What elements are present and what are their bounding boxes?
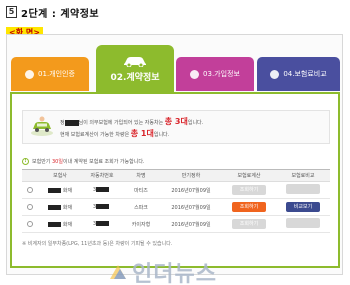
calc-button[interactable]: 조회하기 — [232, 185, 266, 195]
tab-dot-icon — [190, 69, 200, 79]
notice-highlight: 30일 — [52, 159, 63, 165]
col-expiry: 만기정하 — [160, 169, 222, 182]
radio-icon[interactable] — [27, 186, 33, 193]
watermark-logo-icon — [110, 265, 126, 279]
col-car-name: 차명 — [122, 169, 160, 182]
expiry-date: 2016년07월09일 — [160, 198, 222, 216]
tab-label: 04.보험료비교 — [283, 70, 327, 78]
tab-contract-info[interactable]: 02.계약정보 — [96, 45, 174, 93]
vehicle-table: 보험사 자동차번호 차명 만기정하 보험료계산 보험료비교 화재 3 마티즈 2… — [22, 169, 330, 233]
info-total-line: 정 님이 의무보험에 가입되어 있는 자동차는 총 3대입니다. — [60, 116, 203, 127]
foot-note: ※ 비계자의 일부차종(LPG, 11년초과 등)은 차량이 기피될 수 있습니… — [22, 241, 173, 247]
col-calc: 보험료계산 — [222, 169, 276, 182]
tab-join-info[interactable]: 03.가입정보 — [176, 57, 254, 91]
radio-icon[interactable] — [27, 203, 33, 210]
masked-insurer — [47, 221, 61, 227]
masked-car-number — [96, 204, 110, 209]
masked-name — [64, 119, 79, 126]
line1-text: 님이 의무보험에 가입되어 있는 자동차는 — [78, 120, 165, 126]
compare-button[interactable] — [286, 218, 320, 228]
notice-prefix: 보험만기 — [32, 159, 52, 165]
masked-car-number — [96, 221, 110, 226]
car-icon — [124, 57, 146, 67]
compare-button[interactable] — [286, 184, 320, 194]
available-cars: 총 1대 — [130, 129, 154, 138]
table-row: 화재 3 카이자형 2016년07월09일 조회하기 — [22, 215, 330, 233]
car-name: 스파크 — [122, 198, 160, 216]
insurer: 화재 — [62, 221, 73, 228]
tab-label: 03.가입정보 — [203, 70, 240, 78]
car-name: 마티즈 — [122, 181, 160, 199]
step-title: 2단계 : 계약정보 — [21, 8, 100, 20]
radio-icon[interactable] — [27, 220, 33, 227]
expiry-date: 2016년07월09일 — [160, 181, 222, 199]
line1-end: 입니다. — [187, 120, 204, 126]
expiry-date: 2016년07월09일 — [160, 215, 222, 233]
masked-insurer — [47, 187, 61, 193]
tab-dot-icon — [270, 69, 280, 79]
watermark-text: 인더뉴스 — [132, 262, 217, 285]
table-row: 화재 3 마티즈 2016년07월09일 조회하기 — [22, 181, 330, 199]
compare-button[interactable]: 비교보기 — [286, 202, 320, 212]
line2-text: 현재 보험료계산이 가능한 차량은 — [60, 132, 131, 138]
calc-button[interactable]: 조회하기 — [232, 219, 266, 229]
insurer: 화재 — [62, 204, 73, 211]
info-available-line: 현재 보험료계산이 가능한 차량은 총 1대입니다. — [60, 128, 169, 139]
table-row: 화재 3 스파크 2016년07월09일 조회하기 비교보기 — [22, 198, 330, 216]
alert-icon: ! — [22, 158, 29, 165]
expiry-notice: ! 보험만기 30일이내 계약된 보험료 조회가 가능합니다. — [22, 158, 145, 165]
watermark: 인더뉴스 — [108, 256, 217, 285]
total-cars: 총 3대 — [164, 117, 188, 126]
col-compare: 보험료비교 — [276, 169, 330, 182]
tab-personal-auth[interactable]: 01.개인인증 — [11, 57, 89, 91]
col-car-no: 자동차번호 — [82, 169, 122, 182]
col-insurer: 보험사 — [38, 169, 82, 182]
tab-premium-compare[interactable]: 04.보험료비교 — [257, 57, 340, 91]
tab-label: 01.개인인증 — [38, 70, 75, 78]
masked-insurer — [47, 204, 61, 210]
step-number: 5 — [6, 6, 17, 18]
col-select — [22, 169, 38, 182]
calc-button[interactable]: 조회하기 — [232, 202, 266, 212]
car-illustration-icon — [31, 116, 53, 136]
tab-dot-icon — [25, 69, 35, 79]
masked-car-number — [96, 187, 110, 192]
insurer: 화재 — [62, 187, 73, 194]
tab-label: 02.계약정보 — [110, 73, 160, 83]
car-name: 카이자형 — [122, 215, 160, 233]
table-header-row: 보험사 자동차번호 차명 만기정하 보험료계산 보험료비교 — [22, 169, 330, 182]
step-header: 5 2단계 : 계약정보 — [6, 5, 100, 20]
line2-end: 입니다. — [153, 132, 170, 138]
notice-suffix: 이내 계약된 보험료 조회가 가능합니다. — [62, 159, 145, 165]
